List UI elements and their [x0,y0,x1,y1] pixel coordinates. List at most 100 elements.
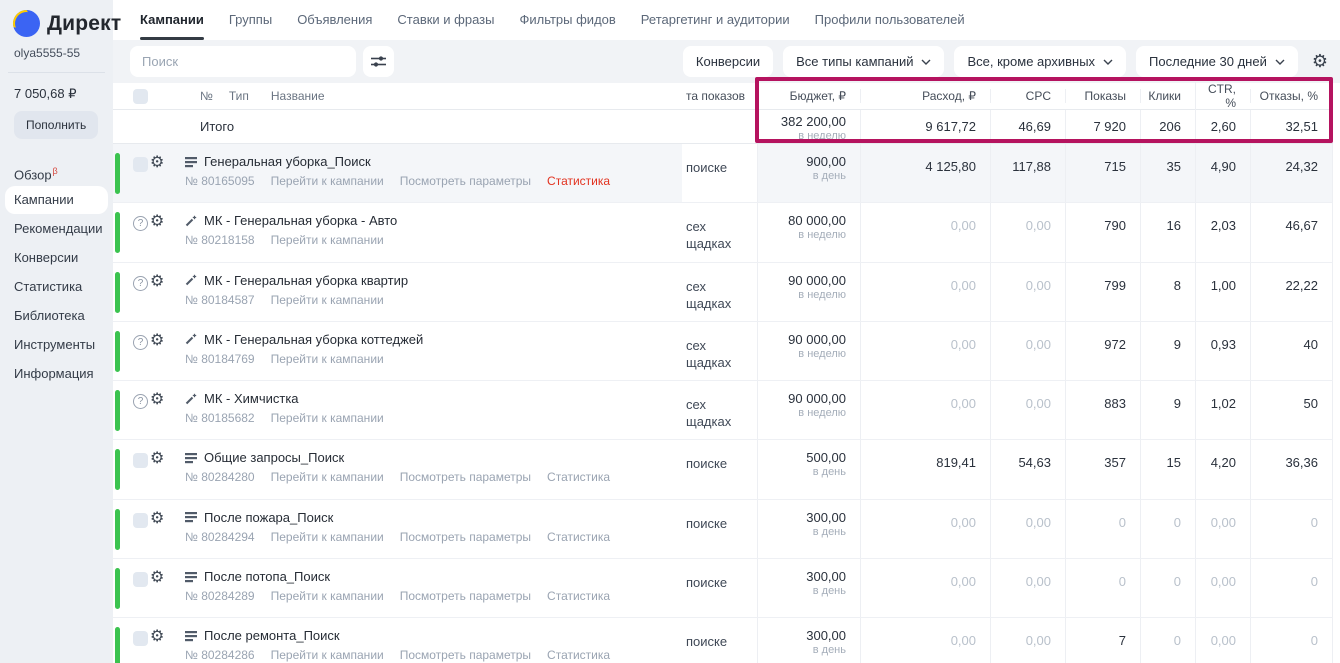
row-checkbox[interactable] [133,453,148,468]
gear-icon[interactable]: ⚙ [150,152,164,171]
tab-user-profiles[interactable]: Профили пользователей [815,0,965,40]
budget-period: в день [758,585,846,597]
table-settings-gear-icon[interactable]: ⚙ [1308,46,1332,77]
campaign-name[interactable]: МК - Химчистка [204,391,299,406]
row-checkbox[interactable] [133,631,148,646]
campaign-link[interactable]: Статистика [547,174,610,188]
row-name-cell: После ремонта_Поиск№ 80284286Перейти к к… [180,618,682,663]
campaign-link[interactable]: Перейти к кампании [271,530,384,544]
sidebar-item-information[interactable]: Информация [5,360,108,388]
campaign-link[interactable]: Посмотреть параметры [400,530,531,544]
campaign-link[interactable]: Перейти к кампании [271,233,384,247]
tab-groups[interactable]: Группы [229,0,272,40]
sliders-icon [371,55,386,68]
campaign-link[interactable]: Перейти к кампании [271,352,384,366]
gear-icon[interactable]: ⚙ [150,330,164,349]
topup-button[interactable]: Пополнить [14,111,98,139]
gear-icon[interactable]: ⚙ [150,211,164,230]
tab-retargeting[interactable]: Ретаргетинг и аудитории [641,0,790,40]
yandex-direct-logo-icon [13,10,40,37]
campaign-link[interactable]: Посмотреть параметры [400,589,531,603]
header-impressions[interactable]: Показы [1065,89,1140,103]
header-cpc[interactable]: CPC [990,89,1065,103]
row-placements-cell: поиске [682,618,757,663]
header-ctr[interactable]: CTR, % [1195,82,1250,110]
row-gear-cell: ⚙ [150,381,180,439]
tab-bids-phrases[interactable]: Ставки и фразы [397,0,494,40]
campaign-name[interactable]: МК - Генеральная уборка коттеджей [204,332,423,347]
campaign-name[interactable]: МК - Генеральная уборка - Авто [204,213,397,228]
help-icon[interactable]: ? [133,335,148,350]
spend-cell: 0,00 [860,618,990,663]
search-campaign-icon [185,156,197,168]
filter-settings-button[interactable] [363,46,394,77]
budget-amount: 300,00 [758,628,846,643]
row-checkbox[interactable] [133,513,148,528]
campaign-name[interactable]: МК - Генеральная уборка квартир [204,273,408,288]
row-checkbox[interactable] [133,572,148,587]
logo[interactable]: Директ [0,0,113,37]
sidebar-item-conversions[interactable]: Конверсии [5,244,108,272]
tab-ads[interactable]: Объявления [297,0,372,40]
campaign-link[interactable]: Перейти к кампании [271,174,384,188]
date-range-dropdown[interactable]: Последние 30 дней [1136,46,1298,77]
sidebar-item-tools[interactable]: Инструменты [5,331,108,359]
campaign-link[interactable]: Перейти к кампании [271,589,384,603]
campaign-link[interactable]: Посмотреть параметры [400,174,531,188]
placements-text: поиске [686,574,757,591]
totals-budget: 382 200,00 в неделю [757,110,860,143]
campaign-link[interactable]: Статистика [547,589,610,603]
cpc-cell: 0,00 [990,322,1065,380]
search-input[interactable] [130,46,356,77]
campaign-name[interactable]: Генеральная уборка_Поиск [204,154,371,169]
campaign-link[interactable]: Перейти к кампании [271,411,384,425]
sidebar-item-library[interactable]: Библиотека [5,302,108,330]
sidebar-item-label: Инструменты [14,337,95,352]
gear-icon[interactable]: ⚙ [150,508,164,527]
row-checkbox[interactable] [133,157,148,172]
campaign-type-dropdown[interactable]: Все типы кампаний [783,46,944,77]
sidebar-item-overview[interactable]: Обзорβ [5,157,108,185]
campaign-link[interactable]: Статистика [547,648,610,662]
help-icon[interactable]: ? [133,276,148,291]
header-bounces[interactable]: Отказы, % [1250,89,1333,103]
campaign-name[interactable]: После пожара_Поиск [204,510,333,525]
sidebar-item-campaigns[interactable]: Кампании [5,186,108,214]
campaign-link[interactable]: Посмотреть параметры [400,470,531,484]
conversions-button[interactable]: Конверсии [683,46,773,77]
gear-icon[interactable]: ⚙ [150,626,164,645]
search-campaign-icon [185,571,197,583]
campaign-name[interactable]: Общие запросы_Поиск [204,450,344,465]
archive-filter-dropdown[interactable]: Все, кроме архивных [954,46,1126,77]
sidebar-item-statistics[interactable]: Статистика [5,273,108,301]
help-icon[interactable]: ? [133,216,148,231]
gear-icon[interactable]: ⚙ [150,567,164,586]
master-campaign-icon [185,393,197,405]
select-all-checkbox[interactable] [133,89,148,104]
campaign-link[interactable]: Перейти к кампании [271,470,384,484]
help-icon[interactable]: ? [133,394,148,409]
table-header-row: № Тип Название та показов Бюджет, ₽ Расх… [113,83,1333,110]
budget-amount: 80 000,00 [758,213,846,228]
gear-icon[interactable]: ⚙ [150,389,164,408]
status-indicator [115,153,120,194]
gear-icon[interactable]: ⚙ [150,271,164,290]
header-clicks[interactable]: Клики [1140,89,1195,103]
campaign-link[interactable]: Посмотреть параметры [400,648,531,662]
sidebar-item-recommendations[interactable]: Рекомендации [5,215,108,243]
ctr-cell: 2,03 [1195,203,1250,261]
gear-icon[interactable]: ⚙ [150,448,164,467]
tab-feed-filters[interactable]: Фильтры фидов [519,0,615,40]
impressions-cell: 799 [1065,263,1140,321]
bounces-cell: 0 [1250,500,1333,558]
campaign-name[interactable]: После потопа_Поиск [204,569,330,584]
campaign-name[interactable]: После ремонта_Поиск [204,628,340,643]
header-budget[interactable]: Бюджет, ₽ [757,89,860,103]
campaign-link[interactable]: Перейти к кампании [271,648,384,662]
header-spend[interactable]: Расход, ₽ [860,89,990,103]
campaign-link[interactable]: Статистика [547,470,610,484]
tab-campaigns[interactable]: Кампании [140,0,204,40]
budget-cell: 300,00в день [757,618,860,663]
campaign-link[interactable]: Статистика [547,530,610,544]
campaign-link[interactable]: Перейти к кампании [271,293,384,307]
